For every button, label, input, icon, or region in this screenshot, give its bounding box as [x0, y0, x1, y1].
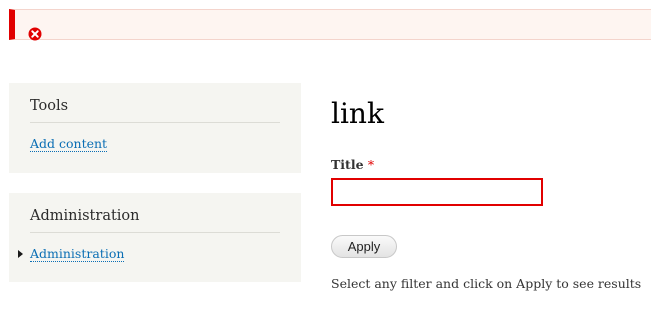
page-title: link — [331, 97, 384, 130]
error-message-bar — [9, 9, 651, 40]
title-field-label: Title * — [331, 157, 374, 172]
tools-block-divider — [30, 122, 280, 123]
required-marker: * — [367, 157, 375, 172]
filter-help-text: Select any filter and click on Apply to … — [331, 276, 642, 291]
tools-block: Tools Add content — [9, 83, 301, 173]
apply-button[interactable]: Apply — [331, 235, 397, 258]
collapsed-arrow-icon[interactable] — [18, 250, 23, 258]
title-input[interactable] — [331, 178, 543, 206]
administration-link[interactable]: Administration — [30, 247, 125, 262]
title-label-text: Title — [331, 157, 364, 172]
administration-block: Administration Administration — [9, 193, 301, 282]
add-content-link[interactable]: Add content — [30, 137, 108, 152]
administration-block-divider — [30, 232, 280, 233]
administration-block-title: Administration — [30, 208, 140, 224]
tools-block-title: Tools — [30, 98, 69, 114]
error-x-icon — [28, 27, 42, 41]
